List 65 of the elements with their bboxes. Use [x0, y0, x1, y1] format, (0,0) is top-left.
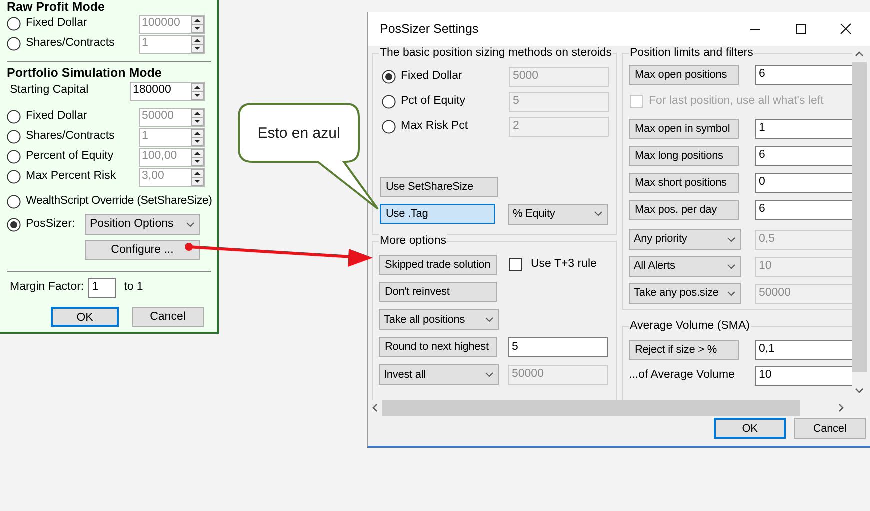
option-label: Shares/Contracts — [26, 129, 116, 144]
callout: Esto en azul — [238, 103, 379, 210]
chevron-icon — [727, 264, 736, 270]
cancel-button[interactable]: Cancel — [794, 418, 866, 439]
ok-button[interactable]: OK — [51, 307, 119, 327]
field-label: Margin Factor: — [9, 280, 84, 296]
option-button[interactable]: Max open positions — [629, 64, 739, 84]
option-button[interactable]: Max long positions — [629, 146, 739, 166]
option-button[interactable]: Use .Tag — [380, 204, 495, 224]
option-button[interactable]: Reject if size > % — [629, 340, 739, 360]
option-label: Fixed Dollar — [401, 68, 464, 84]
field-suffix: to 1 — [124, 280, 144, 296]
option-button[interactable]: Use SetShareSize — [380, 177, 498, 197]
option-label: PosSizer: — [26, 216, 76, 232]
number-field[interactable]: 180000 — [130, 82, 205, 100]
ok-button[interactable]: OK — [714, 418, 786, 439]
dropdown[interactable]: Take all positions — [379, 309, 499, 330]
option-button[interactable]: Max open in symbol — [629, 118, 739, 138]
radio-button[interactable] — [7, 218, 21, 232]
group-title: The basic position sizing methods on steroids — [379, 46, 614, 60]
input-field[interactable]: 0,1 — [755, 340, 852, 360]
input-field[interactable]: 5 — [508, 337, 608, 358]
checkbox-label: Use T+3 rule — [531, 257, 597, 272]
option-label: WealthScript Override (SetShareSize) — [26, 194, 212, 209]
input-field[interactable]: 6 — [755, 146, 852, 166]
option-label: Fixed Dollar — [26, 16, 88, 32]
dropdown[interactable]: % Equity — [508, 204, 608, 224]
group-title: More options — [379, 234, 448, 248]
option-button[interactable]: Skipped trade solution — [379, 254, 497, 275]
field-label: ...of Average Volume — [629, 368, 736, 384]
group-title: Average Volume (SMA) — [629, 319, 751, 333]
configure-button[interactable]: Configure ... — [85, 240, 200, 260]
spin-arrows-icon[interactable] — [191, 82, 204, 100]
checkbox[interactable] — [509, 258, 522, 272]
input-field[interactable]: 6 — [755, 200, 852, 220]
section-title: Portfolio Simulation Mode — [7, 66, 163, 80]
chevron-icon — [485, 372, 494, 378]
input-field[interactable]: 1 — [755, 118, 852, 138]
option-button[interactable]: Round to next highest — [379, 337, 497, 358]
input-field[interactable]: 6 — [755, 64, 852, 84]
radio-button[interactable] — [7, 194, 21, 208]
checkbox-label: For last position, use all what's left — [649, 94, 824, 109]
input-field[interactable]: 0 — [755, 172, 852, 192]
scroll-thumb[interactable] — [382, 400, 800, 416]
option-button[interactable]: Max pos. per day — [629, 200, 739, 220]
option-label: Max Risk Pct — [401, 118, 470, 134]
chevron-icon — [727, 236, 736, 242]
section-title: Raw Profit Mode — [7, 0, 106, 14]
option-label: Percent of Equity — [26, 149, 115, 164]
input-field[interactable]: 10 — [755, 366, 852, 386]
option-label: Fixed Dollar — [26, 109, 88, 124]
chevron-icon — [594, 211, 603, 217]
option-label: Pct of Equity — [401, 94, 467, 109]
chevron-icon — [727, 290, 736, 296]
cancel-button[interactable]: Cancel — [132, 307, 204, 327]
chevron-icon — [485, 316, 494, 323]
dropdown[interactable]: Position Options — [85, 214, 200, 235]
option-label: Max Percent Risk — [26, 169, 118, 184]
option-button[interactable]: Don't reinvest — [379, 282, 497, 302]
field-label: Starting Capital — [9, 83, 90, 98]
window-title: PosSizer Settings — [380, 20, 479, 38]
option-label: Shares/Contracts — [26, 36, 116, 52]
option-button[interactable]: Max short positions — [629, 172, 739, 192]
chevron-icon — [186, 222, 195, 228]
input-field[interactable]: 1 — [88, 278, 116, 298]
